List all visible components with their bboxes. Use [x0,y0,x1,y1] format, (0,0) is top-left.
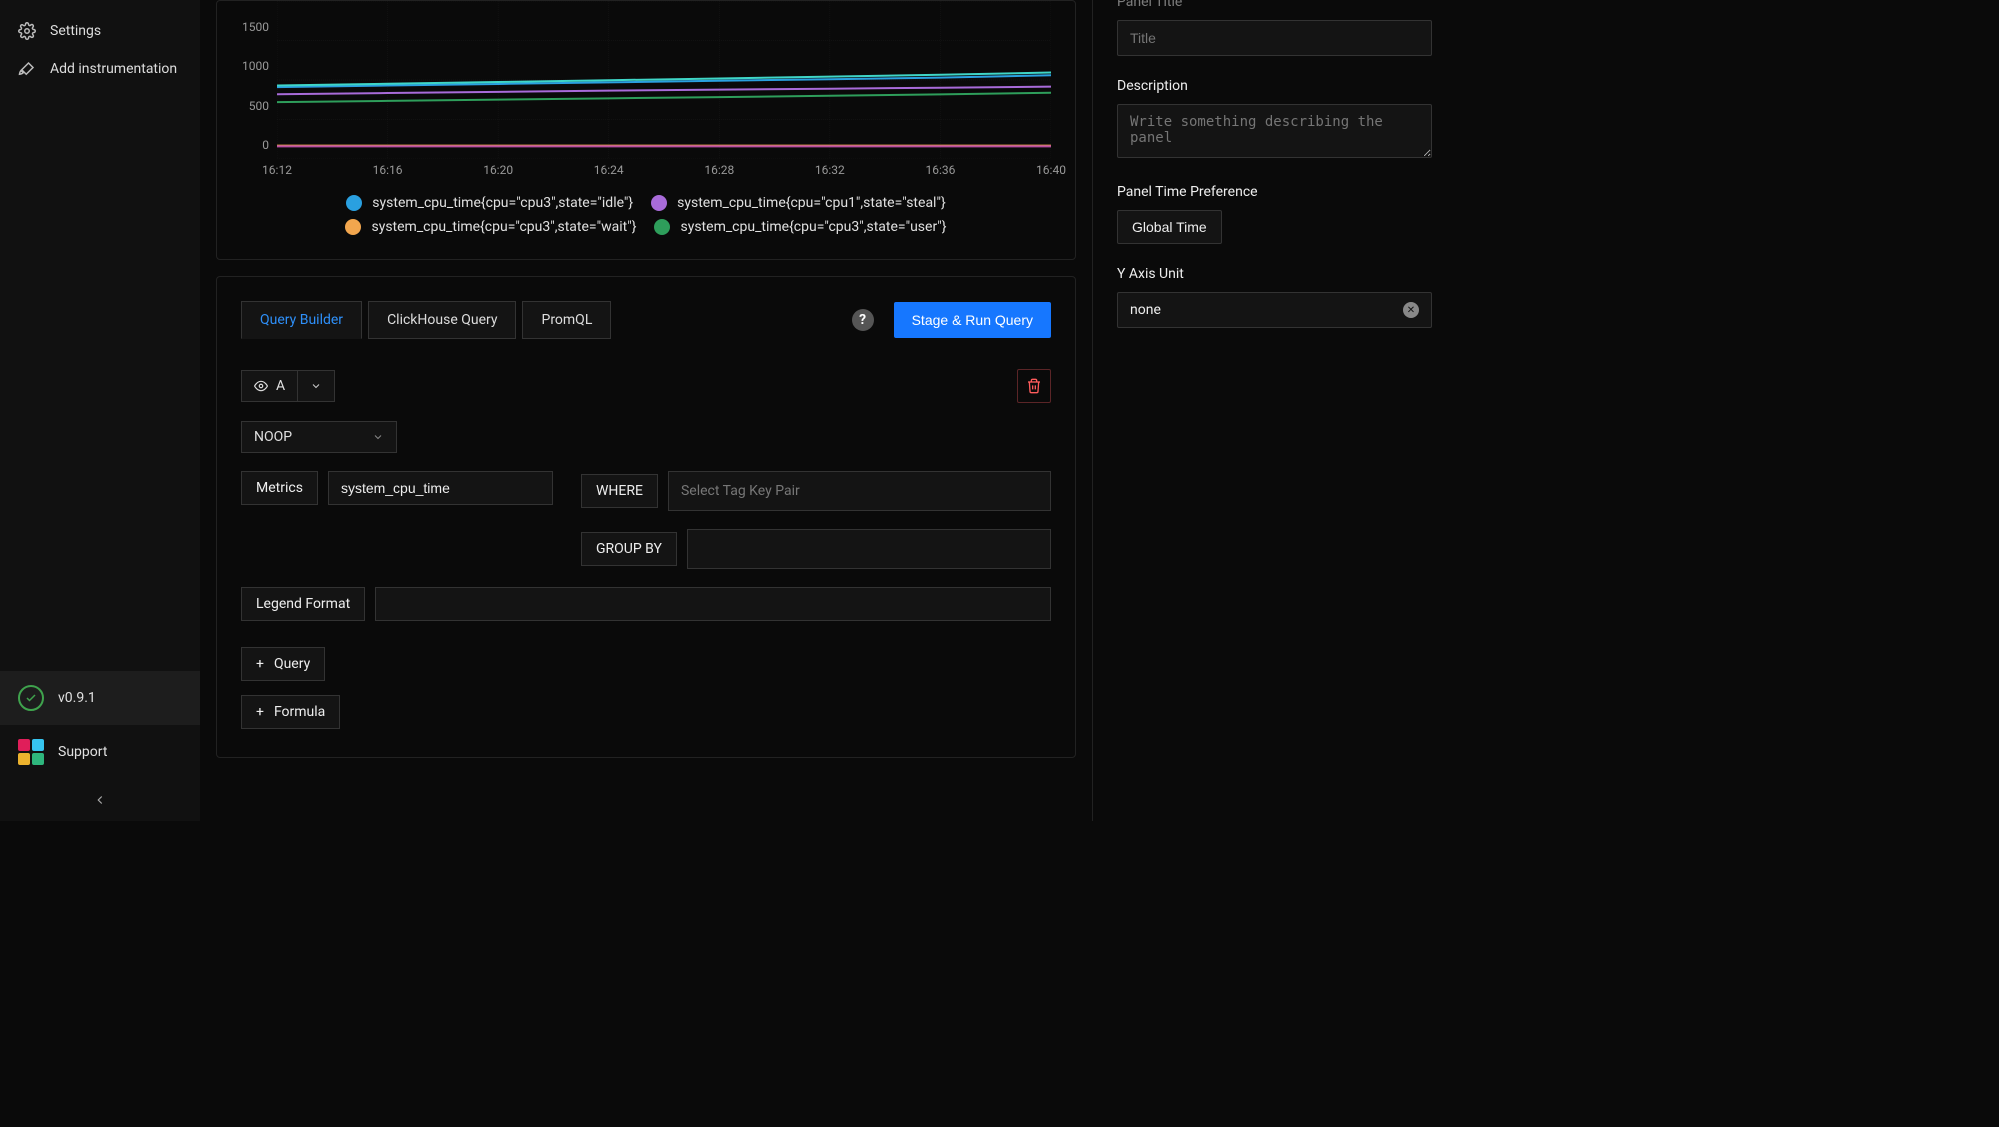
x-tick: 16:40 [1036,163,1066,177]
sidebar-item-settings[interactable]: Settings [0,12,200,50]
clear-icon[interactable]: ✕ [1403,302,1419,318]
x-tick: 16:20 [483,163,513,177]
support-label: Support [58,744,107,760]
version-text: v0.9.1 [58,690,96,706]
metrics-input[interactable] [328,471,553,505]
gear-icon [18,22,36,40]
stage-run-query-button[interactable]: Stage & Run Query [894,302,1051,338]
groupby-input[interactable] [687,529,1051,569]
where-input[interactable]: Select Tag Key Pair [668,471,1051,511]
x-tick: 16:12 [262,163,292,177]
y-tick: 0 [262,138,269,152]
legend-label: system_cpu_time{cpu="cpu3",state="wait"} [371,219,636,235]
eye-icon [254,379,268,393]
legend-item[interactable]: system_cpu_time{cpu="cpu3",state="user"} [654,219,946,235]
chevron-down-icon [310,380,322,392]
legend-label: system_cpu_time{cpu="cpu3",state="user"} [680,219,946,235]
y-tick: 1500 [242,20,269,34]
time-preference-button[interactable]: Global Time [1117,210,1222,244]
x-tick: 16:36 [925,163,955,177]
chevron-down-icon [372,431,384,443]
panel-title-input[interactable] [1117,20,1432,56]
metrics-label: Metrics [241,471,318,505]
sidebar-collapse-button[interactable] [0,779,200,821]
x-tick: 16:24 [594,163,624,177]
x-tick: 16:28 [704,163,734,177]
legend-label: system_cpu_time{cpu="cpu1",state="steal"… [677,195,946,211]
sidebar-item-add-instrumentation[interactable]: Add instrumentation [0,50,200,88]
legend-item[interactable]: system_cpu_time{cpu="cpu3",state="idle"} [346,195,633,211]
description-label: Description [1117,78,1432,94]
where-label: WHERE [581,474,658,508]
chart-area: 0500100015002000 16:1216:1616:2016:2416:… [233,1,1059,181]
sidebar-item-label: Add instrumentation [50,61,177,77]
panel-title-label: Panel Title [1117,0,1432,10]
legend-label: system_cpu_time{cpu="cpu3",state="idle"} [372,195,633,211]
legend-format-input[interactable] [375,587,1051,621]
plus-icon: + [256,656,264,672]
delete-query-button[interactable] [1017,369,1051,403]
legend-item[interactable]: system_cpu_time{cpu="cpu3",state="wait"} [345,219,636,235]
query-tabs: Query Builder ClickHouse Query PromQL ? … [241,301,1051,339]
tab-clickhouse-query[interactable]: ClickHouse Query [368,301,516,339]
check-circle-icon [18,685,44,711]
y-tick: 1000 [242,59,269,73]
y-axis-unit-label: Y Axis Unit [1117,266,1432,282]
legend-swatch [346,195,362,211]
add-query-button[interactable]: + Query [241,647,325,681]
legend-swatch [345,219,361,235]
aggregate-value: NOOP [254,429,292,445]
legend-item[interactable]: system_cpu_time{cpu="cpu1",state="steal"… [651,195,946,211]
version-indicator: v0.9.1 [0,671,200,725]
sidebar-item-support[interactable]: Support [0,725,200,779]
y-axis-unit-select[interactable]: none ✕ [1117,292,1432,328]
groupby-label: GROUP BY [581,532,677,566]
time-preference-label: Panel Time Preference [1117,184,1432,200]
y-axis: 0500100015002000 [233,1,273,159]
query-name: A [276,378,285,394]
y-tick: 500 [249,99,269,113]
query-builder-panel: Query Builder ClickHouse Query PromQL ? … [216,276,1076,758]
query-collapse-toggle[interactable] [297,371,334,401]
slack-icon [18,739,44,765]
help-icon[interactable]: ? [852,309,874,331]
sidebar-item-label: Settings [50,23,101,39]
x-tick: 16:32 [815,163,845,177]
chart-legend: system_cpu_time{cpu="cpu3",state="idle"}… [217,195,1075,235]
x-tick: 16:16 [373,163,403,177]
tab-query-builder[interactable]: Query Builder [241,301,362,339]
plus-icon: + [256,704,264,720]
y-axis-unit-value: none [1130,302,1161,318]
right-panel: Panel Title Description Panel Time Prefe… [1092,0,1456,821]
add-formula-button[interactable]: + Formula [241,695,340,729]
tab-promql[interactable]: PromQL [522,301,611,339]
rocket-icon [18,60,36,78]
chart-panel: 0500100015002000 16:1216:1616:2016:2416:… [216,0,1076,260]
legend-format-label: Legend Format [241,587,365,621]
x-axis: 16:1216:1616:2016:2416:2816:3216:3616:40 [277,161,1051,181]
sidebar: Settings Add instrumentation v0.9.1 [0,0,200,821]
panel-description-input[interactable] [1117,104,1432,158]
legend-swatch [651,195,667,211]
aggregate-select[interactable]: NOOP [241,421,397,453]
main-content: 0500100015002000 16:1216:1616:2016:2416:… [200,0,1092,821]
query-visibility-toggle[interactable]: A [241,370,335,402]
legend-swatch [654,219,670,235]
chart-plot [277,1,1051,159]
